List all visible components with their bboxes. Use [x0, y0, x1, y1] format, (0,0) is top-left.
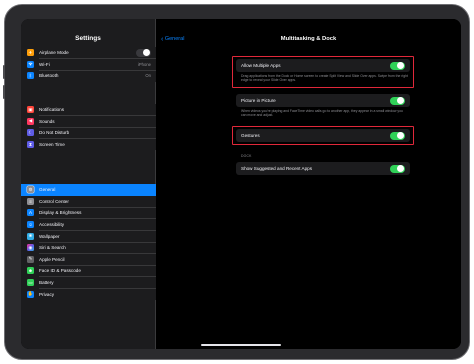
- chevron-left-icon: ‹: [161, 35, 164, 43]
- sidebar-item-label: Notifications: [39, 107, 65, 113]
- wifi-value: iPhone: [137, 61, 151, 67]
- sidebar-group-general: ⚙ General ≡ Control Center A Display & B…: [21, 184, 156, 300]
- battery-icon: ▭: [27, 279, 34, 287]
- airplane-icon: ✈: [27, 49, 34, 57]
- show-suggested-toggle[interactable]: [390, 164, 405, 173]
- display-icon: A: [27, 209, 34, 217]
- picture-in-picture-label: Picture in Picture: [241, 98, 276, 103]
- sidebar-item-apple-pencil[interactable]: ✎ Apple Pencil: [21, 254, 156, 266]
- bluetooth-value: On: [145, 73, 151, 79]
- sidebar-item-label: Face ID & Passcode: [39, 268, 81, 274]
- dock-section-header: DOCK: [241, 154, 252, 158]
- sidebar-item-airplane-mode[interactable]: ✈ Airplane Mode: [21, 47, 156, 59]
- settings-sidebar: Settings ✈ Airplane Mode Wi-Fi iPhone ᛒ …: [21, 19, 156, 349]
- sidebar-item-label: Control Center: [39, 198, 69, 204]
- bluetooth-icon: ᛒ: [27, 72, 34, 80]
- page-title: Multitasking & Dock: [280, 36, 337, 42]
- detail-pane: Multitasking & Dock ‹ General Allow Mult…: [156, 19, 461, 349]
- moon-icon: ☾: [27, 129, 34, 137]
- gear-icon: ⚙: [27, 186, 34, 194]
- sidebar-group-connectivity: ✈ Airplane Mode Wi-Fi iPhone ᛒ Bluetooth…: [21, 47, 156, 82]
- sidebar-item-label: General: [39, 187, 56, 193]
- gestures-toggle[interactable]: [390, 131, 405, 140]
- sidebar-item-notifications[interactable]: ▣ Notifications: [21, 104, 156, 116]
- pencil-icon: ✎: [27, 255, 34, 263]
- gestures-row[interactable]: Gestures: [236, 129, 410, 142]
- sidebar-item-face-id-passcode[interactable]: ☻ Face ID & Passcode: [21, 265, 156, 277]
- notifications-icon: ▣: [27, 106, 34, 114]
- picture-in-picture-description: When videos you're playing and FaceTime …: [241, 109, 403, 118]
- sidebar-item-do-not-disturb[interactable]: ☾ Do Not Disturb: [21, 127, 156, 139]
- allow-multiple-apps-row[interactable]: Allow Multiple Apps: [236, 59, 410, 72]
- volume-down-button: [3, 85, 5, 99]
- sidebar-item-label: Battery: [39, 280, 54, 286]
- wifi-icon: [27, 60, 34, 68]
- sidebar-item-siri-search[interactable]: ◉ Siri & Search: [21, 242, 156, 254]
- screen: 8:50 PM Tue Jul 2 100% Settings ✈ Airpla…: [21, 19, 461, 349]
- siri-icon: ◉: [27, 244, 34, 252]
- sidebar-item-label: Wallpaper: [39, 233, 60, 239]
- back-button[interactable]: ‹ General: [161, 35, 185, 43]
- sidebar-item-control-center[interactable]: ≡ Control Center: [21, 196, 156, 208]
- gestures-label: Gestures: [241, 133, 260, 138]
- allow-multiple-apps-card: Allow Multiple Apps: [236, 59, 410, 72]
- sidebar-item-label: Bluetooth: [39, 73, 59, 79]
- sidebar-item-display-brightness[interactable]: A Display & Brightness: [21, 207, 156, 219]
- show-suggested-row[interactable]: Show Suggested and Recent Apps: [236, 162, 410, 175]
- sidebar-item-screen-time[interactable]: ⧗ Screen Time: [21, 139, 156, 151]
- sidebar-item-accessibility[interactable]: ☺ Accessibility: [21, 219, 156, 231]
- picture-in-picture-row[interactable]: Picture in Picture: [236, 94, 410, 107]
- sidebar-item-wallpaper[interactable]: ❀ Wallpaper: [21, 230, 156, 242]
- wallpaper-icon: ❀: [27, 232, 34, 240]
- sidebar-group-notifications: ▣ Notifications ◀ Sounds ☾ Do Not Distur…: [21, 104, 156, 151]
- sidebar-item-sounds[interactable]: ◀ Sounds: [21, 116, 156, 128]
- volume-up-button: [3, 65, 5, 79]
- sidebar-item-label: Sounds: [39, 118, 55, 124]
- show-suggested-label: Show Suggested and Recent Apps: [241, 166, 312, 171]
- gestures-card: Gestures: [236, 129, 410, 142]
- picture-in-picture-card: Picture in Picture: [236, 94, 410, 107]
- sounds-icon: ◀: [27, 117, 34, 125]
- sidebar-item-label: Privacy: [39, 291, 55, 297]
- sidebar-item-wifi[interactable]: Wi-Fi iPhone: [21, 59, 156, 71]
- accessibility-icon: ☺: [27, 221, 34, 229]
- sidebar-item-label: Accessibility: [39, 222, 65, 228]
- ipad-frame: 8:50 PM Tue Jul 2 100% Settings ✈ Airpla…: [3, 4, 470, 360]
- sidebar-item-privacy[interactable]: ✋ Privacy: [21, 288, 156, 300]
- control-center-icon: ≡: [27, 197, 34, 205]
- allow-multiple-apps-description: Drag applications from the Dock or Home …: [241, 74, 408, 83]
- sidebar-item-bluetooth[interactable]: ᛒ Bluetooth On: [21, 70, 156, 82]
- sidebar-item-label: Display & Brightness: [39, 210, 82, 216]
- show-suggested-card: Show Suggested and Recent Apps: [236, 162, 410, 175]
- privacy-icon: ✋: [27, 290, 34, 298]
- airplane-mode-toggle[interactable]: [136, 48, 151, 58]
- sidebar-item-label: Do Not Disturb: [39, 130, 70, 136]
- home-indicator[interactable]: [201, 344, 281, 346]
- allow-multiple-apps-toggle[interactable]: [390, 61, 405, 70]
- sidebar-item-general[interactable]: ⚙ General: [21, 184, 156, 196]
- sidebar-item-label: Wi-Fi: [39, 61, 50, 67]
- back-button-label: General: [164, 36, 185, 42]
- allow-multiple-apps-label: Allow Multiple Apps: [241, 63, 281, 68]
- hourglass-icon: ⧗: [27, 141, 34, 149]
- sidebar-item-label: Screen Time: [39, 142, 65, 148]
- sidebar-title: Settings: [75, 35, 101, 42]
- face-id-icon: ☻: [27, 267, 34, 275]
- sidebar-item-label: Apple Pencil: [39, 256, 65, 262]
- sidebar-item-battery[interactable]: ▭ Battery: [21, 277, 156, 289]
- picture-in-picture-toggle[interactable]: [390, 96, 405, 105]
- sidebar-item-label: Airplane Mode: [39, 50, 69, 56]
- sidebar-item-label: Siri & Search: [39, 245, 66, 251]
